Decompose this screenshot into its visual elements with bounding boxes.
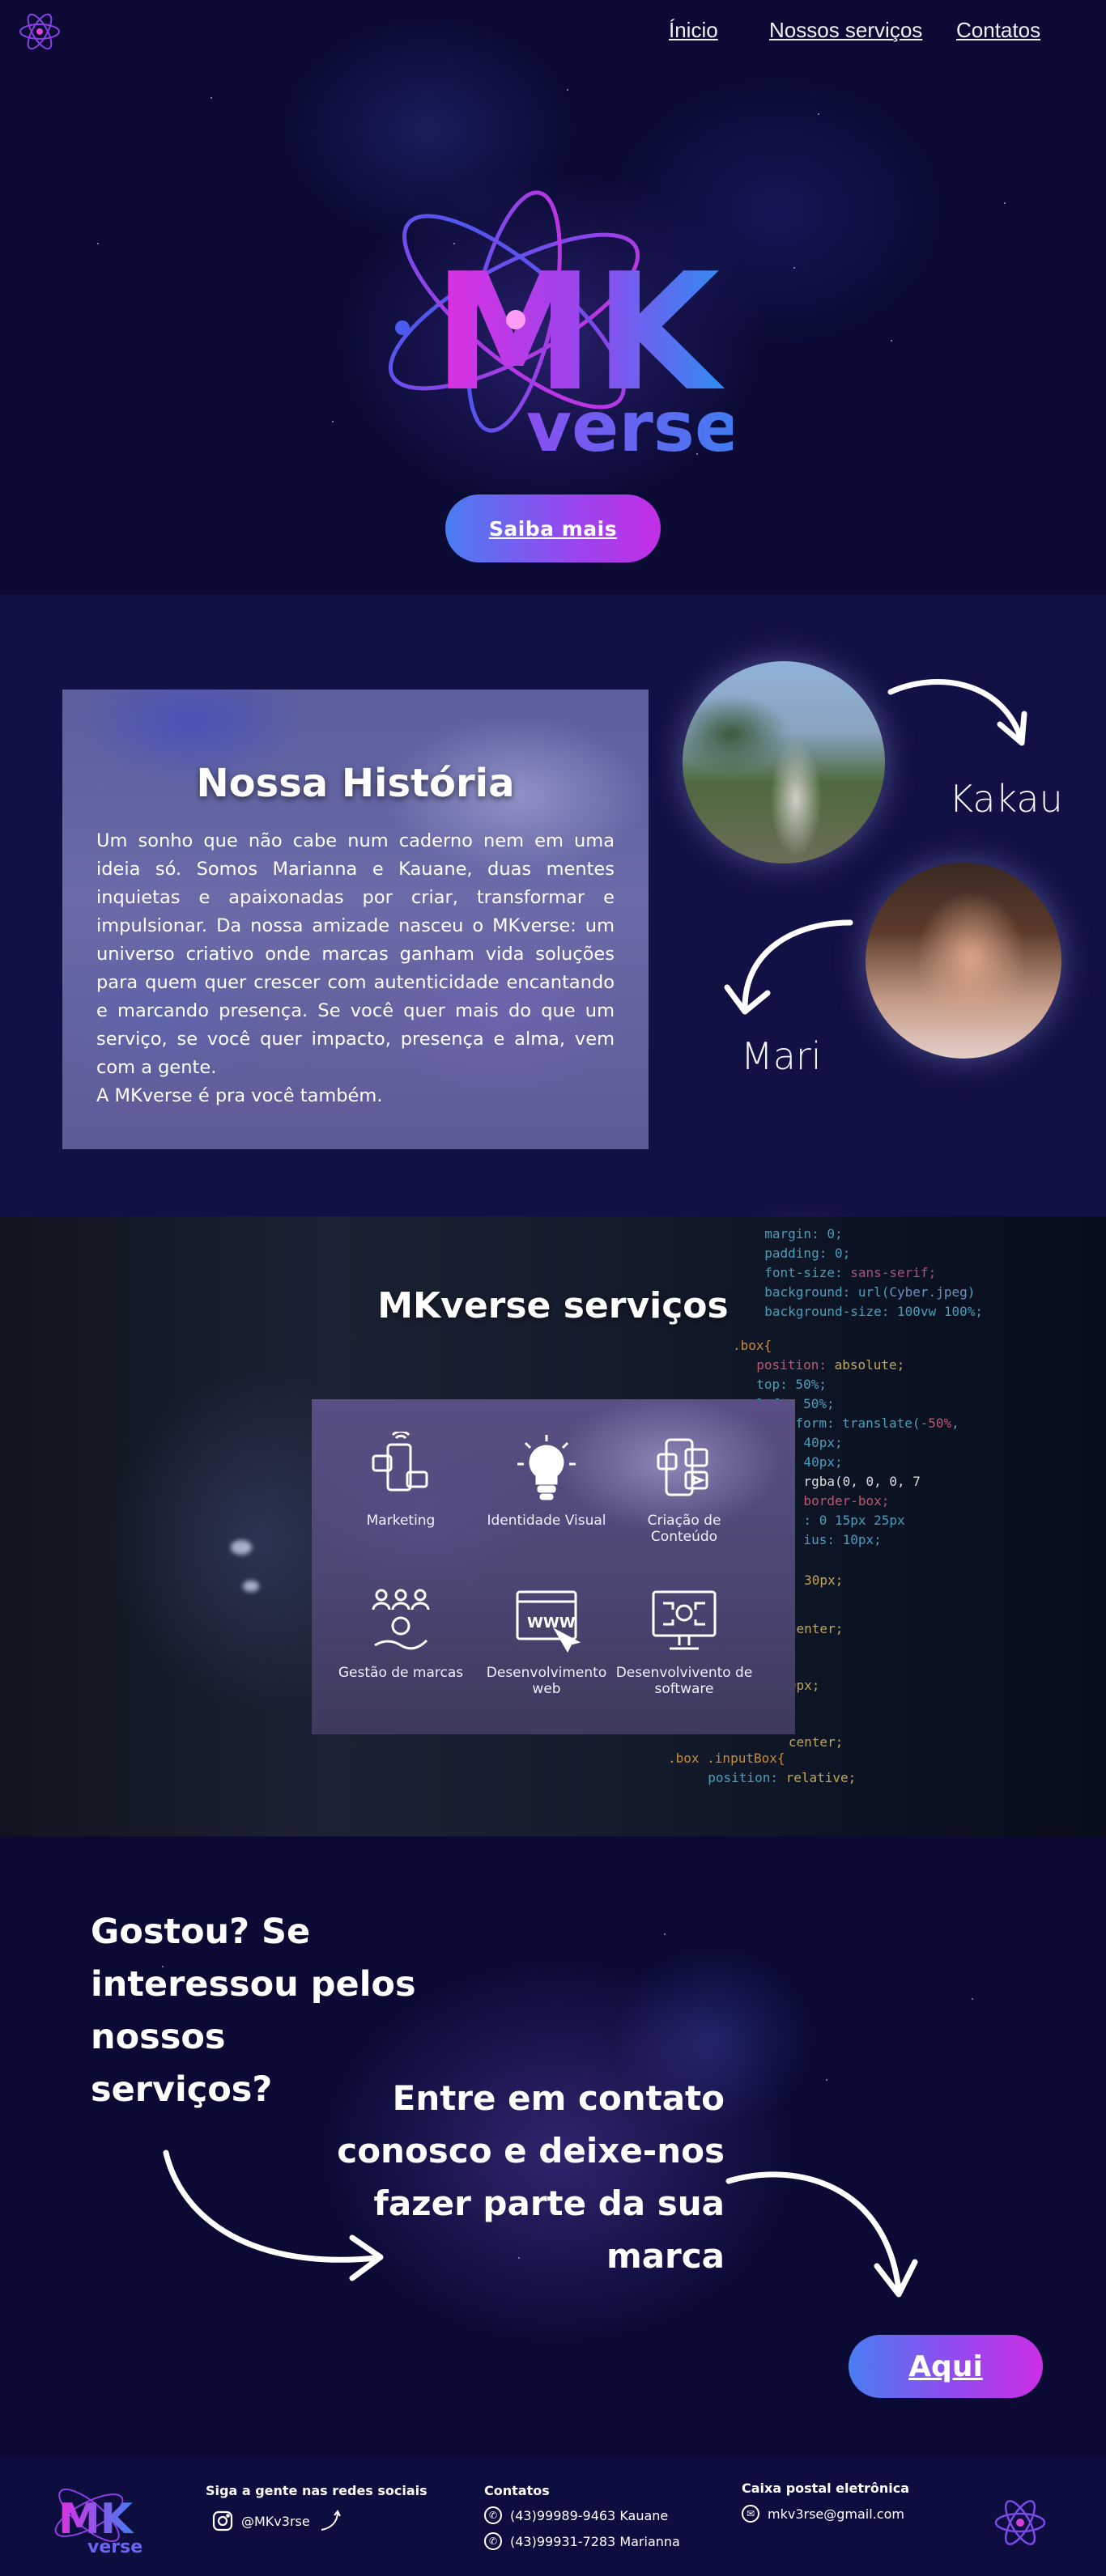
- nav-link-contatos[interactable]: Contatos: [956, 18, 1040, 43]
- phone-kauane-text: (43)99989-9463 Kauane: [510, 2507, 669, 2523]
- aqui-button[interactable]: Aqui: [849, 2335, 1043, 2398]
- email-heading: Caixa postal eletrônica: [742, 2481, 910, 2496]
- instagram-icon: [212, 2510, 233, 2531]
- software-monitor-icon: [652, 1590, 717, 1650]
- mkverse-logo: MK verse: [388, 190, 733, 465]
- service-marketing[interactable]: Marketing: [332, 1432, 470, 1529]
- arrow-to-button-icon: [725, 2171, 918, 2298]
- service-desenvolvimento-software[interactable]: Desenvolvivento de software: [615, 1584, 753, 1697]
- service-criacao-conteudo[interactable]: Criação de Conteúdo: [615, 1432, 753, 1545]
- content-phone-icon: [657, 1438, 708, 1496]
- service-label: Criação de Conteúdo: [647, 1513, 721, 1545]
- history-title: Nossa História: [196, 761, 515, 806]
- mail-icon: ✉: [742, 2505, 759, 2523]
- phone-marianna-text: (43)99931-7283 Marianna: [510, 2533, 680, 2549]
- phone-kauane[interactable]: ✆ (43)99989-9463 Kauane: [484, 2506, 668, 2524]
- curved-arrow-icon: [321, 2510, 341, 2531]
- instagram-link[interactable]: @MKv3rse: [212, 2509, 342, 2533]
- brand-management-icon: [372, 1589, 430, 1650]
- phone-marianna[interactable]: ✆ (43)99931-7283 Marianna: [484, 2532, 680, 2550]
- service-label: Marketing: [366, 1513, 436, 1529]
- arrow-to-mari-icon: [724, 919, 853, 1015]
- contacts-heading: Contatos: [484, 2483, 550, 2498]
- service-gestao-marcas[interactable]: Gestão de marcas: [332, 1584, 470, 1681]
- nav-link-inicio[interactable]: Ínicio: [669, 18, 718, 43]
- svg-text:WWW: WWW: [527, 1615, 576, 1632]
- services-title-rest: serviços: [551, 1285, 729, 1326]
- mari-photo: [866, 863, 1061, 1059]
- social-heading: Siga a gente nas redes sociais: [206, 2483, 428, 2498]
- footer-logo-verse: verse: [87, 2537, 143, 2557]
- services-card: Marketing Identidade Visual Criação de C…: [312, 1399, 795, 1734]
- nav-link-servicos[interactable]: Nossos serviços: [769, 18, 922, 43]
- service-identidade-visual[interactable]: Identidade Visual: [478, 1432, 615, 1529]
- arrow-to-kakau-icon: [887, 679, 1027, 746]
- footer-atom-icon: [994, 2500, 1046, 2545]
- www-browser-icon: WWW: [516, 1590, 581, 1653]
- service-desenvolvimento-web[interactable]: WWW Desenvolvimento web: [478, 1584, 615, 1697]
- service-label: Gestão de marcas: [338, 1665, 464, 1681]
- services-title: MKverse serviços: [0, 1285, 1106, 1326]
- email-link[interactable]: ✉ mkv3rse@gmail.com: [742, 2505, 904, 2523]
- lightbulb-icon: [517, 1435, 576, 1500]
- saiba-mais-button[interactable]: Saiba mais: [445, 494, 661, 562]
- history-text: Um sonho que não cabe num caderno nem em…: [96, 830, 615, 1106]
- mari-name: Mari: [741, 1034, 822, 1078]
- email-text: mkv3rse@gmail.com: [768, 2506, 904, 2522]
- logo-verse-text: verse: [526, 387, 733, 465]
- service-label: Desenvolvimento web: [486, 1665, 607, 1697]
- service-label: Identidade Visual: [487, 1513, 606, 1529]
- arrow-to-invite-icon: [163, 2149, 384, 2281]
- service-label: Desenvolvivento de software: [615, 1665, 753, 1697]
- kakau-photo: [683, 661, 885, 864]
- phone-icon: ✆: [484, 2532, 502, 2550]
- instagram-handle: @MKv3rse: [241, 2513, 310, 2529]
- footer-logo-mk: MK: [58, 2495, 134, 2544]
- top-navigation: Ínicio Nossos serviços Contatos: [0, 0, 1106, 62]
- atom-logo-icon[interactable]: [18, 10, 62, 53]
- footer-mkverse-logo[interactable]: MK verse: [47, 2476, 144, 2557]
- history-card: Nossa História Um sonho que não cabe num…: [62, 690, 649, 1149]
- kakau-name: Kakau: [949, 777, 1063, 821]
- phone-icon: ✆: [484, 2506, 502, 2524]
- social-phone-icon: [372, 1432, 428, 1492]
- services-title-brand: MKverse: [377, 1285, 551, 1326]
